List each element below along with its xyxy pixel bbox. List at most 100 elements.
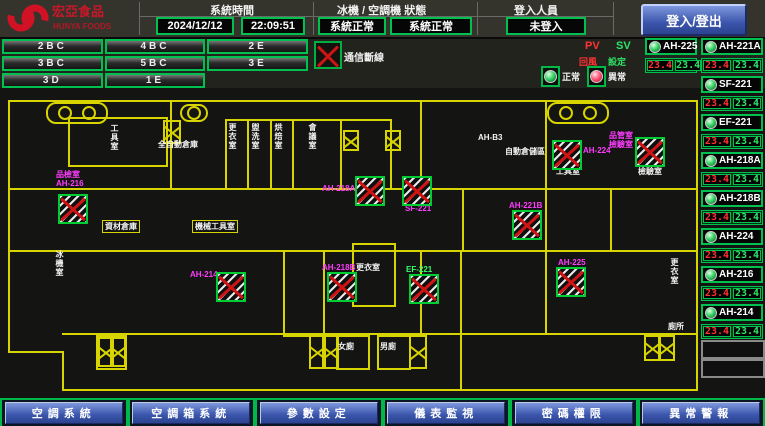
unit-status-led [705,193,717,205]
wall-segment [696,100,698,391]
unit-pv-value: 23.4 [703,136,731,147]
unit-values: 23.423.4 [701,96,763,111]
device-box-AH-214[interactable] [216,272,246,302]
nav-cell: 異常警報 [638,400,765,426]
unit-values: 23.423.4 [701,58,763,73]
device-box-EF-221[interactable] [409,274,439,304]
unit-sv-value: 23.4 [733,250,761,261]
room-label-更衣室: 更衣室 [670,258,679,285]
area-button-1E[interactable]: 1E [105,73,206,88]
area-button-2E[interactable]: 2E [207,39,308,54]
unit-button-AH-214[interactable]: AH-214 [701,304,763,321]
normal-led-frame [541,66,560,87]
unit-sv-value: 23.4 [675,60,701,71]
unit-button-AH-216[interactable]: AH-216 [701,266,763,283]
unit-button-AH-221A[interactable]: AH-221A [701,38,763,55]
room-label-檢驗室: 檢驗室 [638,167,662,176]
normal-legend-label: 正常 [562,70,580,83]
nav-cell: 參數設定 [255,400,383,426]
unit-sv-value: 23.4 [733,60,761,71]
device-box-檢驗室[interactable] [635,137,665,167]
login-logout-button[interactable]: 登入/登出 [641,4,747,36]
nav-cell: 密碼權限 [510,400,638,426]
abnormal-legend-label: 異常 [608,70,626,83]
device-box-AH-224[interactable] [552,140,582,170]
nav-button-空調箱系統[interactable]: 空調箱系統 [132,402,250,424]
nav-button-參數設定[interactable]: 參數設定 [260,402,378,424]
wall-segment [613,2,614,35]
area-button-3D[interactable]: 3D [2,73,103,88]
unit-values: 23.423.4 [701,248,763,263]
device-box-AH-216[interactable] [58,194,88,224]
unit-sv-value: 23.4 [733,136,761,147]
wall-segment [340,119,342,189]
unit-name-label: AH-216 [719,269,753,280]
wall-segment [352,243,396,307]
unit-name-label: AH-224 [719,231,753,242]
unit-name-label: AH-218B [719,193,761,204]
area-button-3BC[interactable]: 3BC [2,56,103,71]
nav-button-異常警報[interactable]: 異常警報 [642,402,760,424]
wall-segment [460,250,462,391]
device-box-AH-225[interactable] [556,267,586,297]
unit-status-led [705,117,717,129]
unit-block-AH-225: AH-225 23.423.4 [645,38,697,73]
device-box-AH-221B[interactable] [512,210,542,240]
unit-button-AH-224[interactable]: AH-224 [701,228,763,245]
abnormal-led-frame [587,66,606,87]
room-label-全自動倉庫: 全自動倉庫 [158,140,198,149]
wall-segment [610,188,612,252]
unit-button-AH-218A[interactable]: AH-218A [701,152,763,169]
device-label-AH-216: 品檢室AH-216 [56,170,84,188]
device-label-AH-218B: AH-218B [322,263,355,272]
header-bar: 宏亞食品 HUNYA FOODS 系統時間 2024/12/12 22:09:5… [0,0,765,39]
wall-segment [462,188,464,252]
normal-led-icon [544,70,557,83]
unit-status-led [705,79,717,91]
unit-pv-value: 23.4 [703,288,731,299]
unit-sv-value: 23.4 [733,212,761,223]
unit-sv-value: 23.4 [733,174,761,185]
unit-values: 23.423.4 [701,134,763,149]
device-box-SF-221[interactable] [402,176,432,206]
nav-button-空調系統[interactable]: 空調系統 [5,402,123,424]
unit-status-led [705,307,717,319]
device-box-AH-218A[interactable] [355,176,385,206]
room-label-工具室: 工具室 [110,124,119,151]
login-user-label: 登入人員 [514,2,558,18]
unit-button-AH-225[interactable]: AH-225 [645,38,697,55]
device-box-AH-218B[interactable] [327,272,357,302]
room-label-烘焙室: 烘焙室 [274,123,283,150]
area-button-2BC[interactable]: 2BC [2,39,103,54]
room-label-女廁: 女廁 [338,342,354,351]
area-button-4BC[interactable]: 4BC [105,39,206,54]
device-label-AH-218A: AH-218A [322,184,355,193]
hmi-screen: 宏亞食品 HUNYA FOODS 系統時間 2024/12/12 22:09:5… [0,0,765,426]
unit-sv-value: 23.4 [733,98,761,109]
unit-block-AH-214: AH-21423.423.4 [701,304,763,339]
unit-pv-value: 23.4 [703,174,731,185]
unit-button-AH-218B[interactable]: AH-218B [701,190,763,207]
wall-segment [8,351,64,353]
unit-block-SF-221: SF-221 23.423.4 [701,76,763,111]
device-label-AH-225: AH-225 [558,258,586,267]
wall-segment [313,2,314,35]
wall-segment [139,2,140,35]
unit-pv-value: 23.4 [703,98,731,109]
room-label-更衣室: 更衣室 [228,123,237,150]
nav-button-儀表監視[interactable]: 儀表監視 [387,402,505,424]
wall-segment [545,100,547,252]
unit-button-EF-221[interactable]: EF-221 [701,114,763,131]
area-button-3E[interactable]: 3E [207,56,308,71]
unit-pv-value: 23.4 [703,326,731,337]
unit-sv-value: 23.4 [733,288,761,299]
unit-values: 23.423.4 [645,58,697,73]
area-button-5BC[interactable]: 5BC [105,56,206,71]
system-date-value: 2024/12/12 [156,17,234,35]
room-label-男廁: 男廁 [380,342,396,351]
stair-x-icon [343,130,359,151]
room-label-AH-B3: AH-B3 [478,133,502,142]
unit-button-SF-221[interactable]: SF-221 [701,76,763,93]
device-label-EF-221: EF-221 [406,265,432,274]
nav-button-密碼權限[interactable]: 密碼權限 [515,402,633,424]
